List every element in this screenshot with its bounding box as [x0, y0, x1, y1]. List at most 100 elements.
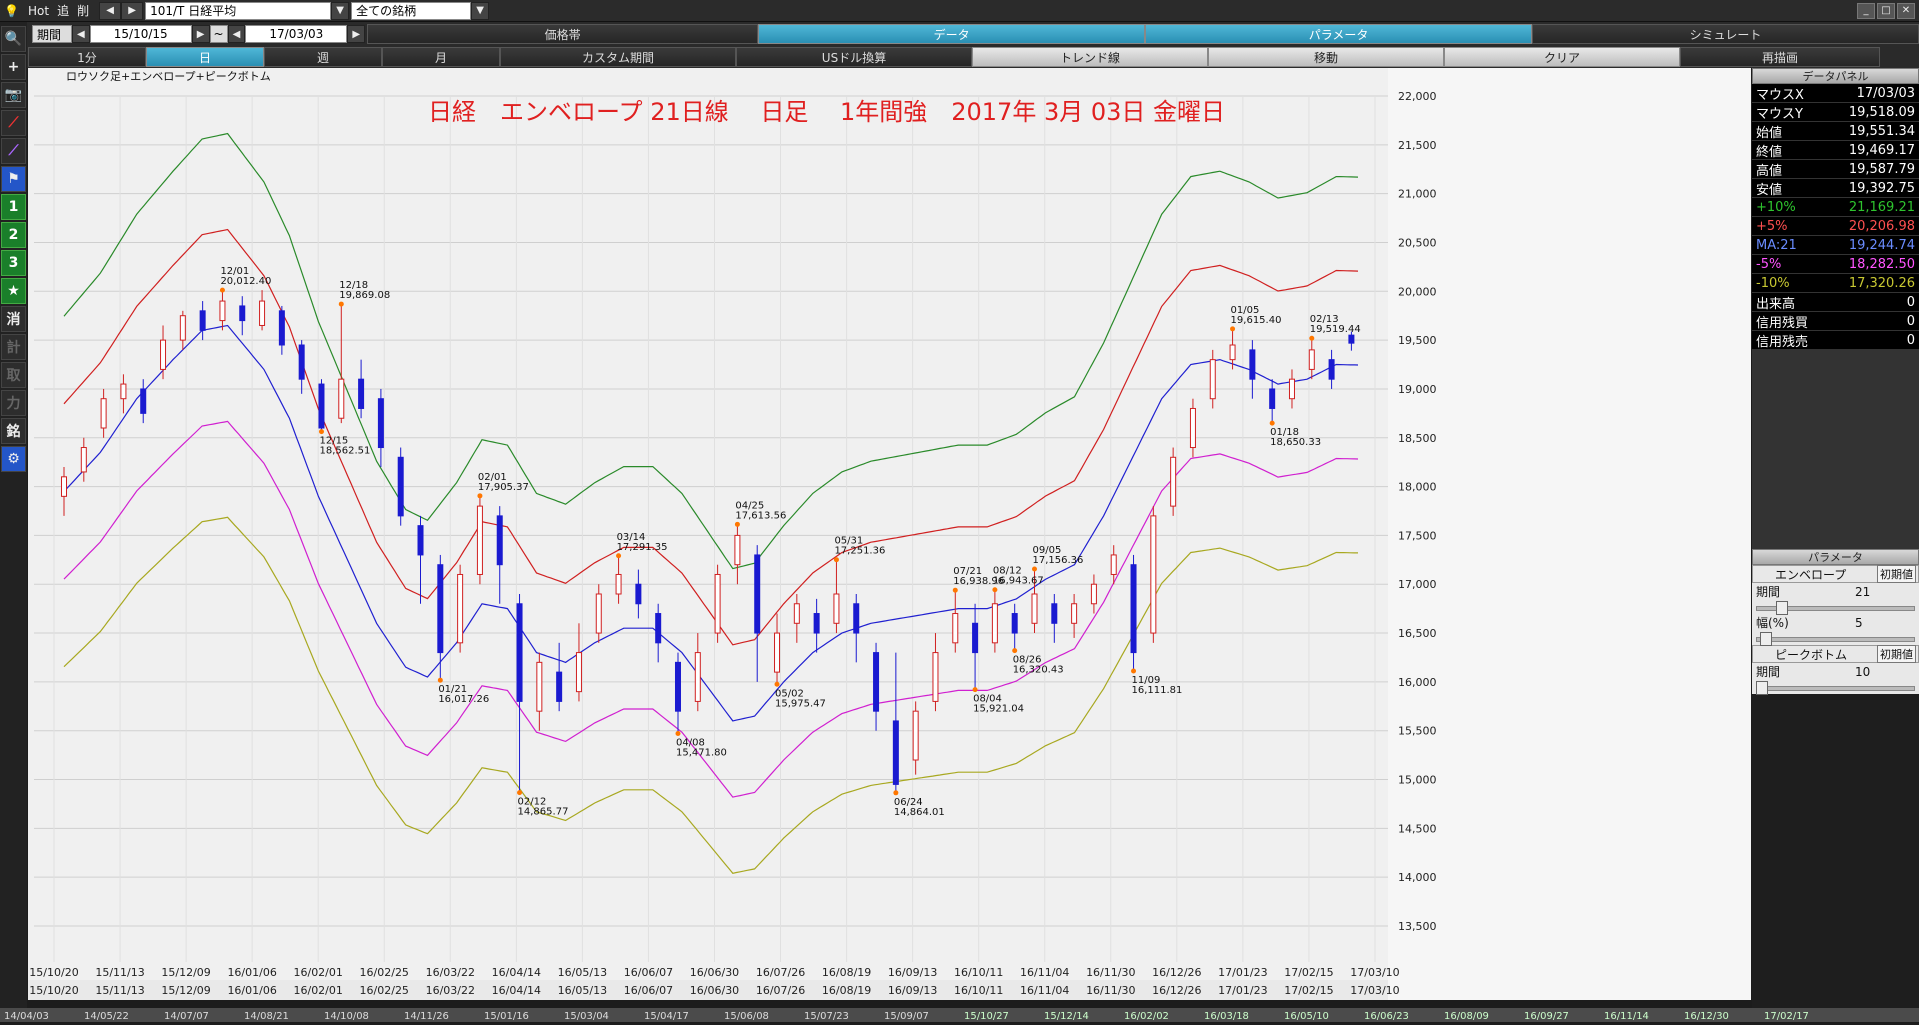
period-from-prev[interactable]: ◀	[71, 25, 90, 43]
tab-price-band[interactable]: 価格帯	[367, 24, 759, 44]
candle-body	[595, 593, 602, 634]
minimize-button[interactable]: _	[1857, 2, 1875, 19]
x-tick-label: 16/11/30	[1086, 984, 1135, 997]
panel-row-value: 17/03/03	[1856, 85, 1915, 101]
flag-icon[interactable]: ⚑	[1, 166, 26, 192]
universe-dropdown-button[interactable]: ▼	[471, 1, 490, 20]
candle-body	[437, 564, 444, 654]
envelope-period-value[interactable]: 21	[1855, 585, 1915, 599]
panel-row-value: 20,206.98	[1848, 218, 1915, 234]
tf-week[interactable]: 週	[264, 47, 382, 67]
symbol-field[interactable]: 101/T 日経平均	[145, 1, 332, 20]
calc-button[interactable]: 計	[1, 334, 26, 360]
period-from-next[interactable]: ▶	[191, 25, 210, 43]
close-button[interactable]: ✕	[1897, 2, 1915, 19]
panel-row-value: 19,551.34	[1848, 123, 1915, 139]
y-tick-label: 15,000	[1398, 774, 1437, 787]
y-tick-label: 18,500	[1398, 432, 1437, 445]
period-from-field[interactable]: 15/10/15	[89, 25, 192, 43]
add-button[interactable]: 追	[53, 1, 73, 21]
envelope-reset-button[interactable]: 初期値	[1877, 565, 1916, 583]
candle-body	[694, 652, 701, 702]
candle-body	[1170, 456, 1177, 507]
tf-day[interactable]: 日	[146, 47, 264, 67]
long-axis-label: 14/05/22	[84, 1011, 129, 1022]
panel-row-key: 安値	[1756, 182, 1783, 198]
period-to-field[interactable]: 17/03/03	[245, 25, 348, 43]
trendline-button[interactable]: トレンド線	[972, 47, 1208, 67]
zoom-icon[interactable]: 🔍	[1, 26, 26, 52]
long-axis-label: 16/09/27	[1524, 1011, 1569, 1022]
panel-row-key: 始値	[1756, 125, 1783, 141]
line-chart-icon[interactable]: ⟋	[1, 110, 26, 136]
settings-gear-icon[interactable]: ⚙	[1, 446, 26, 472]
trade-button[interactable]: 取	[1, 362, 26, 388]
clear-button[interactable]: クリア	[1444, 47, 1680, 67]
long-axis-label: 16/06/23	[1364, 1011, 1409, 1022]
custom-period-button[interactable]: カスタム期間	[500, 47, 736, 67]
peak-value-label: 20,012.40	[220, 276, 271, 287]
candle-body	[298, 344, 305, 380]
move-button[interactable]: 移動	[1208, 47, 1444, 67]
panel-row-key: +10%	[1756, 199, 1796, 215]
panel-row-key: 高値	[1756, 163, 1783, 179]
candle-body	[853, 603, 860, 634]
slider-knob[interactable]	[1776, 601, 1788, 615]
universe-field[interactable]: 全ての銘柄	[351, 1, 472, 20]
next-symbol-button[interactable]: ▶	[121, 1, 144, 20]
erase-button[interactable]: 消	[1, 306, 26, 332]
long-axis-label: 16/02/02	[1124, 1011, 1169, 1022]
crosshair-icon[interactable]: +	[1, 54, 26, 80]
y-tick-label: 17,500	[1398, 529, 1437, 542]
slider-knob[interactable]	[1756, 681, 1768, 695]
chart-area[interactable]: 13,500 14,000 14,500 15,000 15,500 16,000 16,5…	[28, 68, 1751, 1000]
y-tick-label: 13,500	[1398, 920, 1437, 933]
usd-convert-button[interactable]: USドル換算	[736, 47, 972, 67]
symbol-dropdown-button[interactable]: ▼	[331, 1, 350, 20]
tab-parameter[interactable]: パラメータ	[1145, 24, 1533, 44]
panel-row: 出来高 0	[1752, 293, 1919, 312]
x-tick-label: 16/11/04	[1020, 966, 1069, 979]
star-icon[interactable]: ★	[1, 278, 26, 304]
slider-knob[interactable]	[1760, 632, 1772, 646]
peakbottom-reset-button[interactable]: 初期値	[1877, 645, 1916, 663]
stock-button[interactable]: 銘	[1, 418, 26, 444]
x-tick-label: 17/02/15	[1284, 984, 1333, 997]
tab-simulate[interactable]: シミュレート	[1532, 24, 1919, 44]
y-tick-label: 18,000	[1398, 481, 1437, 494]
delete-button[interactable]: 削	[73, 1, 93, 21]
x-tick-label: 16/10/11	[954, 966, 1003, 979]
preset-2-button[interactable]: 2	[1, 222, 26, 248]
envelope-period-slider[interactable]	[1752, 600, 1919, 615]
peak-value-label: 14,864.01	[894, 807, 945, 818]
preset-1-button[interactable]: 1	[1, 194, 26, 220]
lightbulb-icon[interactable]: 💡	[0, 1, 24, 21]
tab-data[interactable]: データ	[758, 24, 1146, 44]
prev-symbol-button[interactable]: ◀	[99, 1, 122, 20]
period-to-next[interactable]: ▶	[347, 25, 366, 43]
preset-3-button[interactable]: 3	[1, 250, 26, 276]
envelope-width-slider[interactable]	[1752, 631, 1919, 646]
x-tick-label: 16/02/25	[360, 984, 409, 997]
peak-value-label: 14,865.77	[518, 807, 569, 818]
redraw-button[interactable]: 再描画	[1680, 47, 1880, 67]
candlestick-chart[interactable]: 13,500 14,000 14,500 15,000 15,500 16,000 16,5…	[28, 68, 1751, 1000]
peak-marker	[734, 521, 740, 527]
peakbottom-period-value[interactable]: 10	[1855, 665, 1915, 679]
force-button[interactable]: 力	[1, 390, 26, 416]
hot-button[interactable]: Hot	[24, 1, 53, 21]
tf-1min[interactable]: 1分	[28, 47, 146, 67]
top-toolbar: 💡 Hot 追 削 ◀ ▶ 101/T 日経平均 ▼ 全ての銘柄 ▼ _ □ ✕	[0, 0, 1919, 22]
envelope-width-value[interactable]: 5	[1855, 616, 1915, 630]
peakbottom-period-slider[interactable]	[1752, 680, 1919, 695]
period-to-prev[interactable]: ◀	[227, 25, 246, 43]
x-tick-label: 16/01/06	[227, 984, 276, 997]
peak-value-label: 17,291.35	[617, 542, 668, 553]
maximize-button[interactable]: □	[1877, 2, 1895, 19]
tf-month[interactable]: 月	[382, 47, 500, 67]
candle-body	[338, 378, 345, 419]
camera-icon[interactable]: 📷	[1, 82, 26, 108]
multi-chart-icon[interactable]: ⟋	[1, 138, 26, 164]
long-timeline[interactable]: 14/04/03 14/05/22 14/07/07 14/08/21 14/10/08…	[0, 1008, 1919, 1022]
x-tick-label: 16/02/01	[293, 966, 342, 979]
